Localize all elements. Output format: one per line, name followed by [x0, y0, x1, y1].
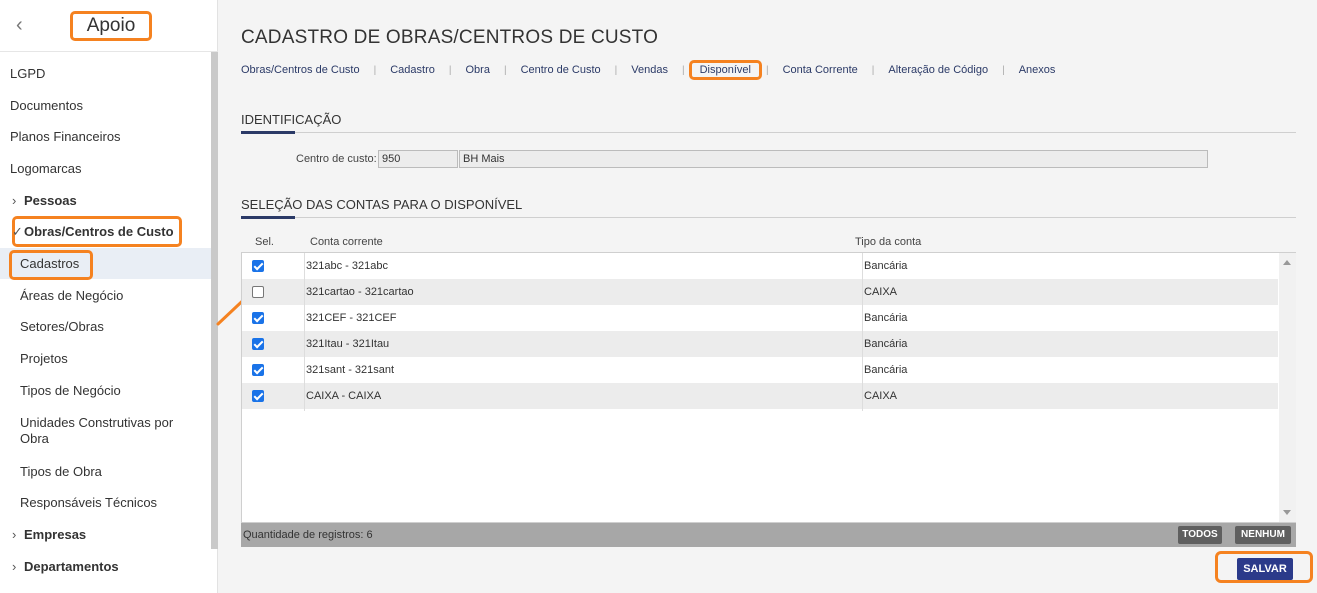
tab-cadastro[interactable]: Cadastro	[390, 64, 435, 76]
table-row[interactable]: 321cartao - 321cartao CAIXA	[242, 279, 1278, 305]
chevron-right-icon: ›	[12, 559, 17, 574]
tab-separator: |	[765, 64, 769, 76]
row-checkbox[interactable]	[252, 364, 264, 376]
tab-separator: |	[681, 64, 685, 76]
select-all-button[interactable]: TODOS	[1178, 526, 1222, 544]
centro-custo-code-field: 950	[378, 150, 458, 168]
cell-conta: 321Itau - 321Itau	[306, 338, 390, 350]
chevron-left-icon[interactable]: ‹	[16, 14, 32, 36]
centro-custo-label: Centro de custo:	[296, 153, 377, 165]
tab-separator: |	[871, 64, 875, 76]
sidebar-item-setores-obras[interactable]: Setores/Obras	[0, 319, 210, 335]
sidebar-item-planos-financeiros[interactable]: Planos Financeiros	[0, 129, 210, 145]
cell-tipo: Bancária	[864, 312, 908, 324]
sidebar-item-cadastros[interactable]: Cadastros	[0, 256, 210, 272]
sidebar-header: ‹ Apoio	[0, 0, 218, 52]
cell-tipo: CAIXA	[864, 390, 898, 402]
sidebar-item-areas-negocio[interactable]: Áreas de Negócio	[0, 288, 210, 304]
table-row[interactable]: 321sant - 321sant Bancária	[242, 357, 1278, 383]
main-content: CADASTRO DE OBRAS/CENTROS DE CUSTO Obras…	[218, 0, 1317, 593]
sidebar-group-obras[interactable]: ✓Obras/Centros de Custo	[0, 224, 210, 240]
section-identificacao-title: IDENTIFICAÇÃO	[241, 112, 342, 127]
accounts-grid: 321abc - 321abc Bancária 321cartao - 321…	[241, 252, 1296, 523]
header-sel[interactable]: Sel.	[255, 236, 274, 248]
grid-footer: Quantidade de registros: 6 TODOS NENHUM	[241, 523, 1296, 547]
sidebar: ‹ Apoio LGPD Documentos Planos Financeir…	[0, 0, 218, 593]
scroll-up-icon[interactable]	[1283, 260, 1291, 265]
cell-conta: 321cartao - 321cartao	[306, 286, 414, 298]
cell-tipo: Bancária	[864, 364, 908, 376]
tab-disponivel[interactable]: Disponível	[688, 60, 762, 80]
header-conta-corrente[interactable]: Conta corrente	[310, 236, 383, 248]
sidebar-item-logomarcas[interactable]: Logomarcas	[0, 161, 210, 177]
sidebar-item-lgpd[interactable]: LGPD	[0, 66, 210, 82]
tab-separator: |	[448, 64, 452, 76]
sidebar-group-departamentos[interactable]: › Departamentos	[0, 559, 210, 575]
header-tipo-conta[interactable]: Tipo da conta	[855, 236, 921, 248]
row-checkbox[interactable]	[252, 338, 264, 350]
sidebar-group-empresas[interactable]: › Empresas	[0, 527, 210, 543]
sidebar-group-pessoas[interactable]: › Pessoas	[0, 193, 210, 209]
table-row[interactable]: CAIXA - CAIXA CAIXA	[242, 383, 1278, 409]
sidebar-item-projetos[interactable]: Projetos	[0, 351, 210, 367]
tab-obra[interactable]: Obra	[465, 64, 489, 76]
cell-tipo: Bancária	[864, 260, 908, 272]
tab-bar: Obras/Centros de Custo | Cadastro | Obra…	[241, 60, 1056, 80]
table-row[interactable]: 321abc - 321abc Bancária	[242, 253, 1278, 279]
chevron-right-icon: ›	[12, 527, 17, 542]
page-title: CADASTRO DE OBRAS/CENTROS DE CUSTO	[241, 27, 659, 48]
cell-tipo: Bancária	[864, 338, 908, 350]
grid-header: Sel. Conta corrente Tipo da conta	[241, 232, 1296, 252]
sidebar-group-label: Departamentos	[24, 559, 119, 574]
cell-conta: 321abc - 321abc	[306, 260, 388, 272]
tab-separator: |	[614, 64, 618, 76]
highlight-save: SALVAR	[1215, 551, 1313, 583]
select-none-button[interactable]: NENHUM	[1235, 526, 1291, 544]
tab-separator: |	[503, 64, 507, 76]
tab-alteracao-codigo[interactable]: Alteração de Código	[888, 64, 988, 76]
cell-tipo: CAIXA	[864, 286, 898, 298]
sidebar-item-tipos-negocio[interactable]: Tipos de Negócio	[0, 383, 210, 399]
chevron-right-icon: ›	[12, 193, 17, 208]
table-row[interactable]: 321CEF - 321CEF Bancária	[242, 305, 1278, 331]
section-divider	[241, 216, 1296, 219]
sidebar-item-documentos[interactable]: Documentos	[0, 98, 210, 114]
table-row[interactable]: 321Itau - 321Itau Bancária	[242, 331, 1278, 357]
sidebar-item-unidades-construtivas[interactable]: Unidades Construtivas por Obra	[0, 415, 185, 447]
sidebar-title: Apoio	[70, 11, 152, 41]
cell-conta: 321CEF - 321CEF	[306, 312, 397, 324]
cell-conta: CAIXA - CAIXA	[306, 390, 382, 402]
row-checkbox[interactable]	[252, 312, 264, 324]
sidebar-group-label: Obras/Centros de Custo	[24, 224, 174, 239]
tab-anexos[interactable]: Anexos	[1019, 64, 1056, 76]
row-checkbox[interactable]	[252, 286, 264, 298]
tab-obras-centros[interactable]: Obras/Centros de Custo	[241, 64, 360, 76]
tab-centro-custo[interactable]: Centro de Custo	[521, 64, 601, 76]
tab-vendas[interactable]: Vendas	[631, 64, 668, 76]
sidebar-group-label: Empresas	[24, 527, 87, 542]
tab-conta-corrente[interactable]: Conta Corrente	[783, 64, 858, 76]
sidebar-item-tipos-obra[interactable]: Tipos de Obra	[0, 464, 210, 480]
column-divider	[862, 253, 863, 411]
section-selecao-title: SELEÇÃO DAS CONTAS PARA O DISPONÍVEL	[241, 197, 523, 212]
scroll-down-icon[interactable]	[1283, 510, 1291, 515]
sidebar-item-responsaveis-tecnicos[interactable]: Responsáveis Técnicos	[0, 495, 210, 511]
row-checkbox[interactable]	[252, 390, 264, 402]
tab-separator: |	[1002, 64, 1005, 76]
records-count: Quantidade de registros: 6	[243, 529, 373, 541]
cell-conta: 321sant - 321sant	[306, 364, 395, 376]
row-checkbox[interactable]	[252, 260, 264, 272]
column-divider	[304, 253, 305, 411]
save-button[interactable]: SALVAR	[1237, 558, 1293, 580]
section-divider	[241, 131, 1296, 134]
centro-custo-name-field: BH Mais	[459, 150, 1208, 168]
grid-scrollbar[interactable]	[1279, 253, 1296, 522]
sidebar-group-label: Pessoas	[24, 193, 77, 208]
tab-separator: |	[373, 64, 377, 76]
check-icon: ✓	[12, 224, 23, 239]
